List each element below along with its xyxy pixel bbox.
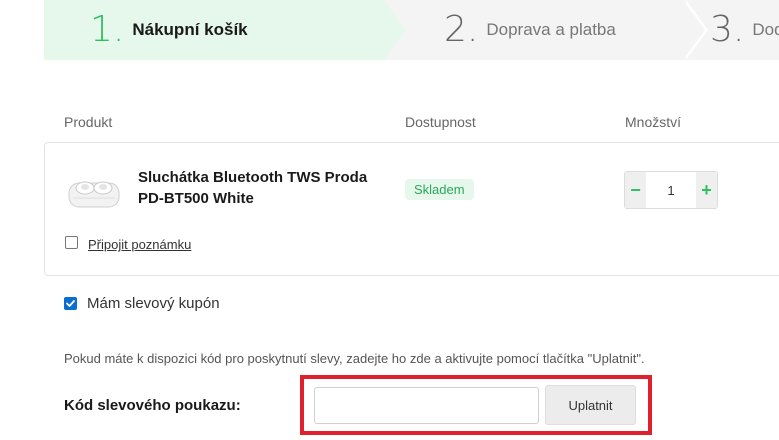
header-product: Produkt [64, 114, 113, 130]
add-note-link[interactable]: Připojit poznámku [88, 237, 191, 252]
step-number: 3. [710, 9, 745, 50]
availability-badge: Skladem [405, 179, 474, 200]
coupon-code-label: Kód slevového poukazu: [64, 397, 241, 414]
coupon-checkbox[interactable] [64, 297, 77, 310]
quantity-increase-button[interactable]: + [696, 172, 717, 208]
step-arrow [683, 0, 705, 60]
coupon-checkbox-label[interactable]: Mám slevový kupón [87, 295, 220, 312]
step-number: 1. [90, 9, 125, 50]
coupon-info-text: Pokud máte k dispozici kód pro poskytnut… [64, 351, 645, 366]
note-checkbox[interactable] [65, 236, 78, 249]
product-name[interactable]: Sluchátka Bluetooth TWS Proda PD-BT500 W… [138, 167, 388, 209]
checkmark-icon [66, 300, 75, 307]
quantity-stepper: − 1 + [624, 171, 718, 209]
step-label: Dod [752, 20, 779, 39]
quantity-input[interactable]: 1 [646, 172, 696, 208]
product-image[interactable] [67, 171, 123, 211]
step-label: Nákupní košík [132, 20, 248, 39]
coupon-code-input[interactable] [314, 387, 539, 424]
header-quantity: Množství [625, 114, 682, 130]
checkout-steps: 1. Nákupní košík 2. Doprava a platba 3. … [44, 0, 779, 60]
step-number: 2. [444, 9, 479, 50]
step-delivery[interactable]: 3. Dod [704, 0, 779, 60]
cart-item: Sluchátka Bluetooth TWS Proda PD-BT500 W… [44, 142, 779, 276]
header-availability: Dostupnost [405, 114, 476, 130]
apply-coupon-button[interactable]: Uplatnit [545, 385, 636, 425]
step-shipping-payment[interactable]: 2. Doprava a platba [384, 0, 704, 60]
quantity-decrease-button[interactable]: − [625, 172, 646, 208]
step-label: Doprava a platba [486, 20, 616, 39]
step-arrow [384, 0, 406, 60]
step-cart[interactable]: 1. Nákupní košík [44, 0, 384, 60]
